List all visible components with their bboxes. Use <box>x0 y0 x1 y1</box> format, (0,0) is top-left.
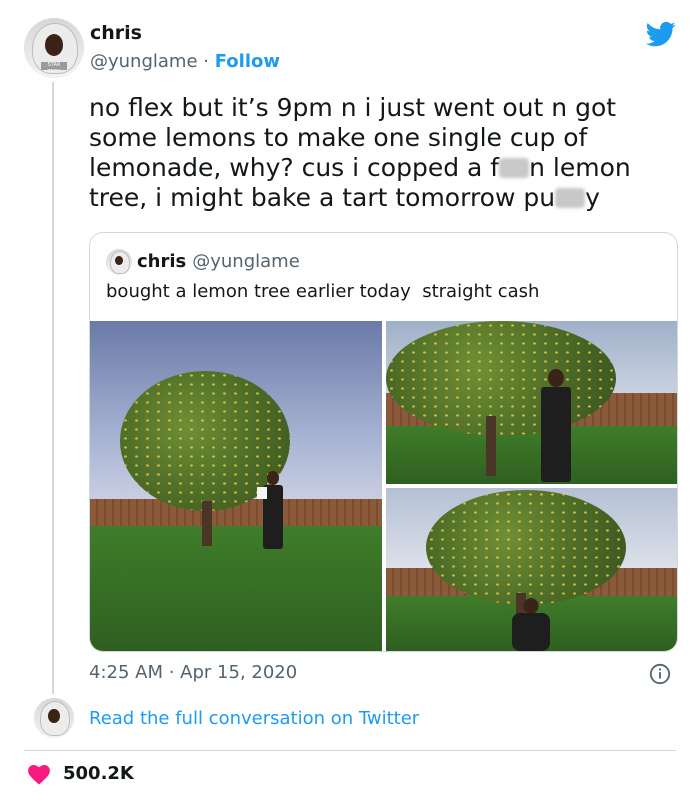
photo-posing-under-tree[interactable] <box>386 321 677 484</box>
quoted-author-avatar[interactable] <box>106 249 132 275</box>
conversation-avatar[interactable] <box>34 698 74 738</box>
divider <box>24 750 676 751</box>
avatar-badge-text: STAR TREK <box>40 62 68 70</box>
tweet-text: no flex but it’s 9pm n i just went out n… <box>89 93 679 213</box>
twitter-bird-icon[interactable] <box>644 19 678 49</box>
heart-icon[interactable] <box>28 765 50 785</box>
date-separator: · <box>163 662 181 683</box>
read-conversation-link[interactable]: Read the full conversation on Twitter <box>89 708 419 729</box>
thread-line <box>52 82 54 694</box>
info-icon[interactable] <box>649 663 671 685</box>
author-avatar[interactable]: STAR TREK <box>24 18 84 78</box>
author-handle[interactable]: @yunglame <box>90 51 198 72</box>
quoted-author-row: chris @yunglame <box>137 251 300 272</box>
handle-separator: · <box>197 51 215 72</box>
photo-tree-standing[interactable] <box>90 321 382 651</box>
quoted-author-handle[interactable]: @yunglame <box>192 251 300 272</box>
author-handle-row: @yunglame · Follow <box>90 51 280 72</box>
tweet-meta: 4:25 AM · Apr 15, 2020 <box>89 662 297 683</box>
quoted-author-name[interactable]: chris <box>137 251 186 272</box>
follow-button[interactable]: Follow <box>215 51 280 72</box>
tweet-time[interactable]: 4:25 AM <box>89 662 163 683</box>
quoted-tweet-text: bought a lemon tree earlier today straig… <box>106 281 540 302</box>
author-name[interactable]: chris <box>90 22 142 44</box>
like-count[interactable]: 500.2K <box>63 763 134 784</box>
redaction-blur <box>499 158 530 178</box>
quoted-tweet-card[interactable]: chris @yunglame bought a lemon tree earli… <box>89 232 678 652</box>
tweet-text-part-3: y <box>585 183 600 212</box>
tweet-date[interactable]: Apr 15, 2020 <box>180 662 297 683</box>
redaction-blur <box>555 188 586 208</box>
photo-crouching-under-tree[interactable] <box>386 488 677 651</box>
